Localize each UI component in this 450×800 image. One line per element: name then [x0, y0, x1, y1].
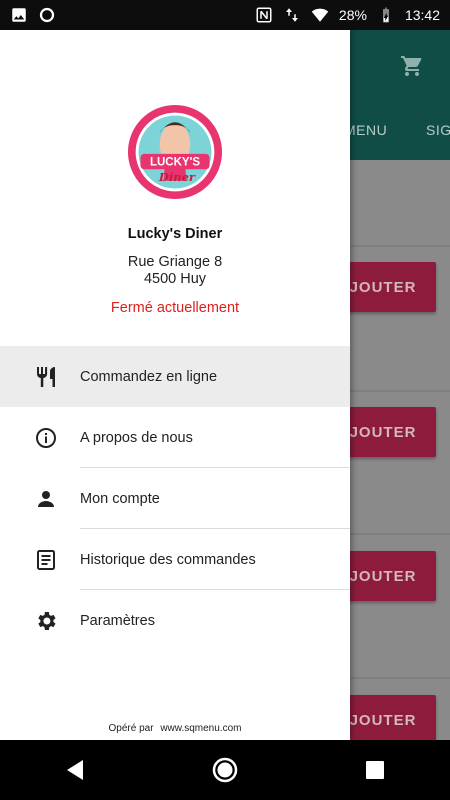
menu-item-about[interactable]: A propos de nous [0, 407, 350, 468]
menu-item-label: Paramètres [80, 612, 155, 629]
opening-status: Fermé actuellement [110, 300, 240, 316]
logo-text-bottom: Diner [158, 170, 196, 184]
restaurant-address: Rue Griange 8 4500 Huy [128, 254, 222, 288]
settings-icon [34, 609, 58, 633]
image-icon [12, 8, 26, 22]
recents-button[interactable] [345, 740, 405, 800]
menu-item-account[interactable]: Mon compte [0, 468, 350, 529]
clock: 13:42 [404, 7, 440, 23]
menu-item-settings[interactable]: Paramètres [0, 590, 350, 651]
receipt-icon [34, 548, 58, 572]
menu-item-label: Historique des commandes [80, 551, 256, 568]
drawer-footer: Opéré par www.sqmenu.com [0, 723, 350, 734]
navigation-drawer: LUCKY'S Diner Lucky's Diner Rue Griange … [0, 30, 350, 740]
system-nav-bar [0, 740, 450, 800]
data-arrows-icon [285, 8, 298, 22]
cart-icon[interactable] [400, 54, 424, 78]
restaurant-logo: LUCKY'S Diner [127, 104, 223, 200]
battery-charging-icon [382, 7, 389, 23]
menu-item-label: Commandez en ligne [80, 368, 218, 385]
circle-icon [39, 7, 55, 23]
logo-text-top: LUCKY'S [150, 156, 200, 168]
home-circle-icon [212, 757, 238, 783]
menu-item-order-history[interactable]: Historique des commandes [0, 529, 350, 590]
battery-percent: 28% [338, 7, 367, 23]
drawer-header: LUCKY'S Diner Lucky's Diner Rue Griange … [0, 30, 350, 346]
footer-link[interactable]: www.sqmenu.com [160, 723, 241, 734]
address-line1: Rue Griange 8 [127, 254, 223, 270]
back-button[interactable] [45, 740, 105, 800]
restaurant-icon [34, 365, 58, 389]
home-button[interactable] [195, 740, 255, 800]
nfc-icon [256, 7, 272, 23]
status-bar: 28% 13:42 [0, 0, 450, 30]
address-line2: 4500 Huy [143, 271, 207, 287]
tab-sig[interactable]: SIG [426, 122, 450, 138]
menu-item-label: Mon compte [80, 490, 160, 507]
info-icon [34, 426, 58, 450]
person-icon [34, 487, 58, 511]
back-triangle-icon [67, 760, 83, 780]
wifi-icon [311, 8, 329, 22]
restaurant-name: Lucky's Diner [127, 226, 223, 242]
recents-square-icon [366, 761, 384, 779]
drawer-menu: Commandez en ligne A propos de nous Mon … [0, 346, 350, 651]
tab-menu[interactable]: MENU [344, 122, 387, 138]
footer-prefix: Opéré par [108, 723, 154, 734]
menu-item-label: A propos de nous [80, 429, 193, 446]
menu-item-order-online[interactable]: Commandez en ligne [0, 346, 350, 407]
